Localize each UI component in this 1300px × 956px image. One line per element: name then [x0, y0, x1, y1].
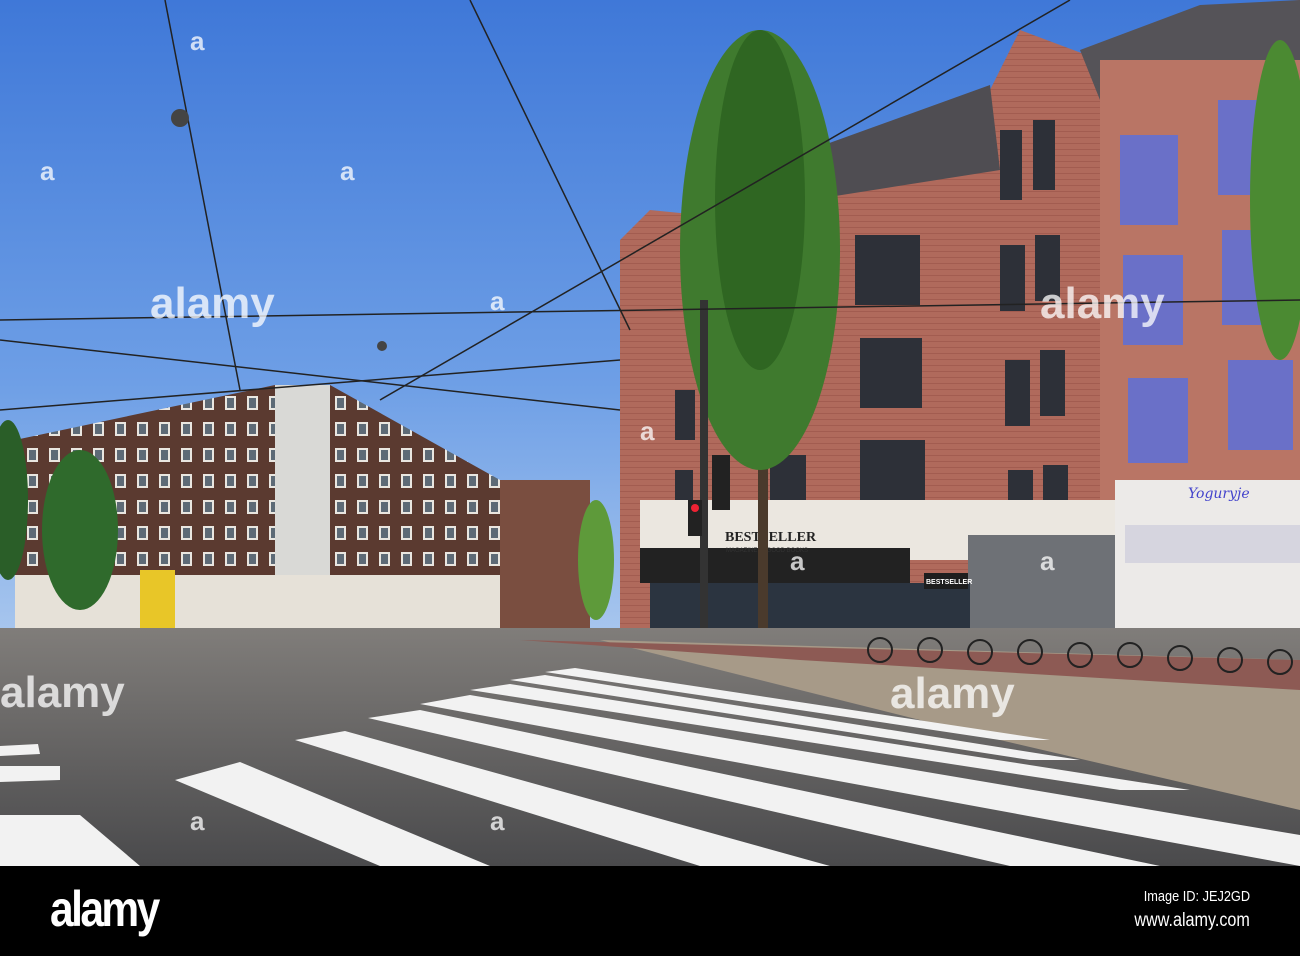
street-lamp	[171, 109, 189, 127]
bestseller-sign: BESTSELLER	[725, 530, 817, 545]
svg-text:alamy: alamy	[1040, 279, 1165, 328]
site-url: www.alamy.com	[1134, 910, 1250, 931]
svg-text:a: a	[190, 806, 205, 836]
yogurt-shop-sign: Yoguryje	[1188, 486, 1250, 502]
image-id: Image ID: JEJ2GD	[1143, 888, 1250, 905]
svg-text:a: a	[40, 156, 55, 186]
svg-text:a: a	[190, 26, 205, 56]
yellow-kiosk	[140, 570, 175, 630]
svg-text:alamy: alamy	[150, 279, 275, 328]
street-lamp	[377, 341, 387, 351]
footer-bar: alamy Image ID: JEJ2GD www.alamy.com	[0, 866, 1300, 956]
tree	[42, 450, 118, 610]
bestseller-small-sign: BESTSELLER	[926, 579, 972, 586]
svg-text:alamy: alamy	[0, 668, 125, 717]
svg-text:a: a	[490, 806, 505, 836]
red-light	[691, 504, 699, 512]
svg-text:a: a	[340, 156, 355, 186]
svg-text:a: a	[790, 546, 805, 576]
svg-text:alamy: alamy	[890, 669, 1015, 718]
svg-text:a: a	[1040, 546, 1055, 576]
alamy-logo: alamy	[50, 881, 160, 937]
traffic-light-pole	[700, 300, 708, 670]
street-scene-photo: BESTSELLER MAGAZINES · GOOD BOOKS BESTSE…	[0, 0, 1300, 866]
svg-text:a: a	[640, 416, 655, 446]
svg-text:a: a	[490, 286, 505, 316]
stock-photo: BESTSELLER MAGAZINES · GOOD BOOKS BESTSE…	[0, 0, 1300, 956]
tree	[578, 500, 614, 620]
